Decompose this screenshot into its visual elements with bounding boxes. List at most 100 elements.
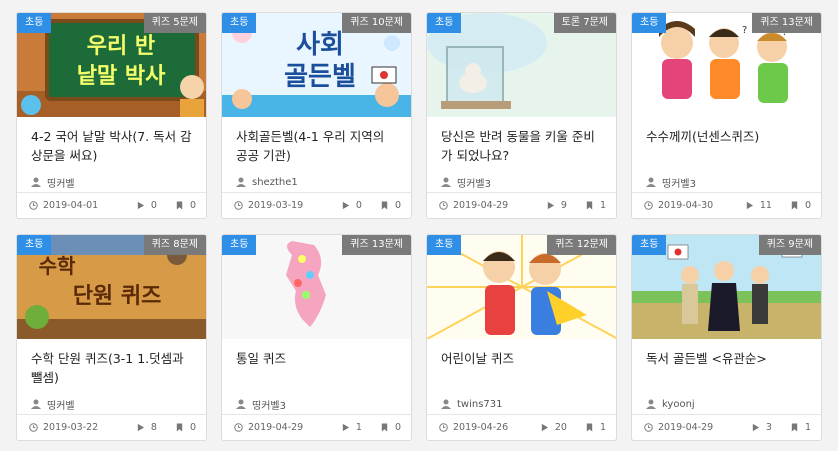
user-icon: [236, 399, 246, 409]
thumb-text-line1: 우리 반: [87, 34, 155, 59]
card-date: 2019-04-30: [658, 200, 714, 211]
play-count: 0: [355, 200, 362, 211]
card-footer: 2019-03-19 0 0: [222, 192, 411, 218]
quiz-card[interactable]: ? ? 초등 퀴즈 13문제 수수께끼(넌센스퀴즈) 띵커벨3 2019-04-…: [631, 12, 822, 219]
thumb-text-line2: 낱말 박사: [77, 64, 166, 89]
card-footer: 2019-04-29 1 0: [222, 414, 411, 440]
bookmark-icon: [176, 201, 183, 210]
bookmark-icon: [381, 423, 388, 432]
bookmark-icon: [176, 423, 183, 432]
clock-icon: [439, 423, 448, 432]
save-count: 1: [599, 200, 606, 211]
user-icon: [31, 177, 41, 187]
play-count: 11: [759, 200, 772, 211]
quiz-card[interactable]: 초등 퀴즈 12문제 어린이날 퀴즈 twins731 2019-04-26 2…: [426, 234, 617, 441]
user-icon: [236, 177, 246, 187]
level-badge: 초등: [632, 235, 667, 255]
play-icon: [137, 201, 145, 210]
card-author[interactable]: 띵커벨: [31, 175, 75, 190]
user-icon: [646, 177, 656, 187]
card-author[interactable]: 띵커벨3: [441, 175, 491, 190]
bookmark-icon: [791, 423, 798, 432]
clock-icon: [644, 201, 653, 210]
card-title[interactable]: 사회골든벨(4-1 우리 지역의 공공 기관): [236, 127, 399, 167]
bookmark-icon: [586, 423, 593, 432]
play-icon: [547, 201, 555, 210]
level-badge: 초등: [222, 235, 257, 255]
card-title[interactable]: 수학 단원 퀴즈(3-1 1.덧셈과 뺄셈): [31, 349, 194, 389]
user-icon: [441, 177, 451, 187]
save-count: 0: [189, 422, 196, 433]
play-icon: [746, 201, 753, 210]
card-date: 2019-04-01: [43, 200, 99, 211]
question-count-badge: 퀴즈 13문제: [752, 13, 821, 33]
clock-icon: [29, 201, 38, 210]
user-icon: [441, 399, 451, 409]
quiz-card[interactable]: 수학 단원 퀴즈 초등 퀴즈 8문제 수학 단원 퀴즈(3-1 1.덧셈과 뺄셈…: [16, 234, 207, 441]
level-badge: 초등: [632, 13, 667, 33]
play-count: 3: [765, 422, 772, 433]
level-badge: 초등: [222, 13, 257, 33]
card-date: 2019-03-19: [248, 200, 304, 211]
card-author[interactable]: shezthe1: [236, 175, 298, 189]
card-footer: 2019-04-29 3 1: [632, 414, 821, 440]
card-title[interactable]: 4-2 국어 낱말 박사(7. 독서 감상문을 써요): [31, 127, 194, 167]
card-title[interactable]: 당신은 반려 동물을 키울 준비가 되었나요?: [441, 127, 604, 167]
play-icon: [342, 423, 350, 432]
card-title[interactable]: 통일 퀴즈: [236, 349, 399, 389]
card-author[interactable]: kyoonj: [646, 397, 695, 411]
level-badge: 초등: [17, 235, 52, 255]
quiz-card[interactable]: 초등 토론 7문제 당신은 반려 동물을 키울 준비가 되었나요? 띵커벨3 2…: [426, 12, 617, 219]
level-badge: 초등: [427, 13, 462, 33]
play-count: 9: [560, 200, 567, 211]
author-name: 띵커벨3: [457, 178, 491, 190]
author-name: 띵커벨3: [662, 178, 696, 190]
quiz-card-grid: 우리 반 낱말 박사 초등 퀴즈 5문제 4-2 국어 낱말 박사(7. 독서 …: [16, 12, 822, 444]
thumb-text-line2: 단원 퀴즈: [73, 284, 162, 309]
card-date: 2019-04-29: [453, 200, 509, 211]
question-count-badge: 토론 7문제: [553, 13, 616, 33]
quiz-card[interactable]: 우리 반 낱말 박사 초등 퀴즈 5문제 4-2 국어 낱말 박사(7. 독서 …: [16, 12, 207, 219]
card-author[interactable]: 띵커벨: [31, 397, 75, 412]
thumb-text-line2: 골든벨: [284, 62, 356, 92]
play-icon: [541, 423, 548, 432]
bookmark-icon: [381, 201, 388, 210]
question-count-badge: 퀴즈 10문제: [342, 13, 411, 33]
card-title[interactable]: 독서 골든벨 <유관순>: [646, 349, 809, 389]
author-name: shezthe1: [252, 176, 298, 188]
clock-icon: [644, 423, 653, 432]
clock-icon: [234, 423, 243, 432]
author-name: 띵커벨: [47, 400, 75, 412]
card-footer: 2019-04-01 0 0: [17, 192, 206, 218]
play-count: 0: [150, 200, 157, 211]
question-count-badge: 퀴즈 12문제: [547, 235, 616, 255]
thumb-text-line1: 사회: [296, 30, 344, 60]
bookmark-icon: [791, 201, 798, 210]
card-author[interactable]: twins731: [441, 397, 503, 411]
quiz-card[interactable]: 사회 골든벨 초등 퀴즈 10문제 사회골든벨(4-1 우리 지역의 공공 기관…: [221, 12, 412, 219]
quiz-card[interactable]: 초등 퀴즈 13문제 통일 퀴즈 띵커벨3 2019-04-29 1 0: [221, 234, 412, 441]
user-icon: [646, 399, 656, 409]
author-name: kyoonj: [662, 398, 695, 410]
question-count-badge: 퀴즈 5문제: [143, 13, 206, 33]
card-date: 2019-04-26: [453, 422, 509, 433]
card-title[interactable]: 어린이날 퀴즈: [441, 349, 604, 389]
card-footer: 2019-03-22 8 0: [17, 414, 206, 440]
card-footer: 2019-04-26 20 1: [427, 414, 616, 440]
play-count: 20: [554, 422, 567, 433]
card-title[interactable]: 수수께끼(넌센스퀴즈): [646, 127, 809, 167]
svg-text:?: ?: [742, 25, 747, 36]
user-icon: [31, 399, 41, 409]
play-count: 8: [150, 422, 157, 433]
card-author[interactable]: 띵커벨3: [236, 397, 286, 412]
bookmark-icon: [586, 201, 593, 210]
play-icon: [137, 423, 145, 432]
clock-icon: [29, 423, 38, 432]
level-badge: 초등: [427, 235, 462, 255]
save-count: 0: [394, 200, 401, 211]
quiz-card[interactable]: 초등 퀴즈 9문제 독서 골든벨 <유관순> kyoonj 2019-04-29…: [631, 234, 822, 441]
question-count-badge: 퀴즈 9문제: [758, 235, 821, 255]
clock-icon: [439, 201, 448, 210]
card-date: 2019-03-22: [43, 422, 99, 433]
card-author[interactable]: 띵커벨3: [646, 175, 696, 190]
